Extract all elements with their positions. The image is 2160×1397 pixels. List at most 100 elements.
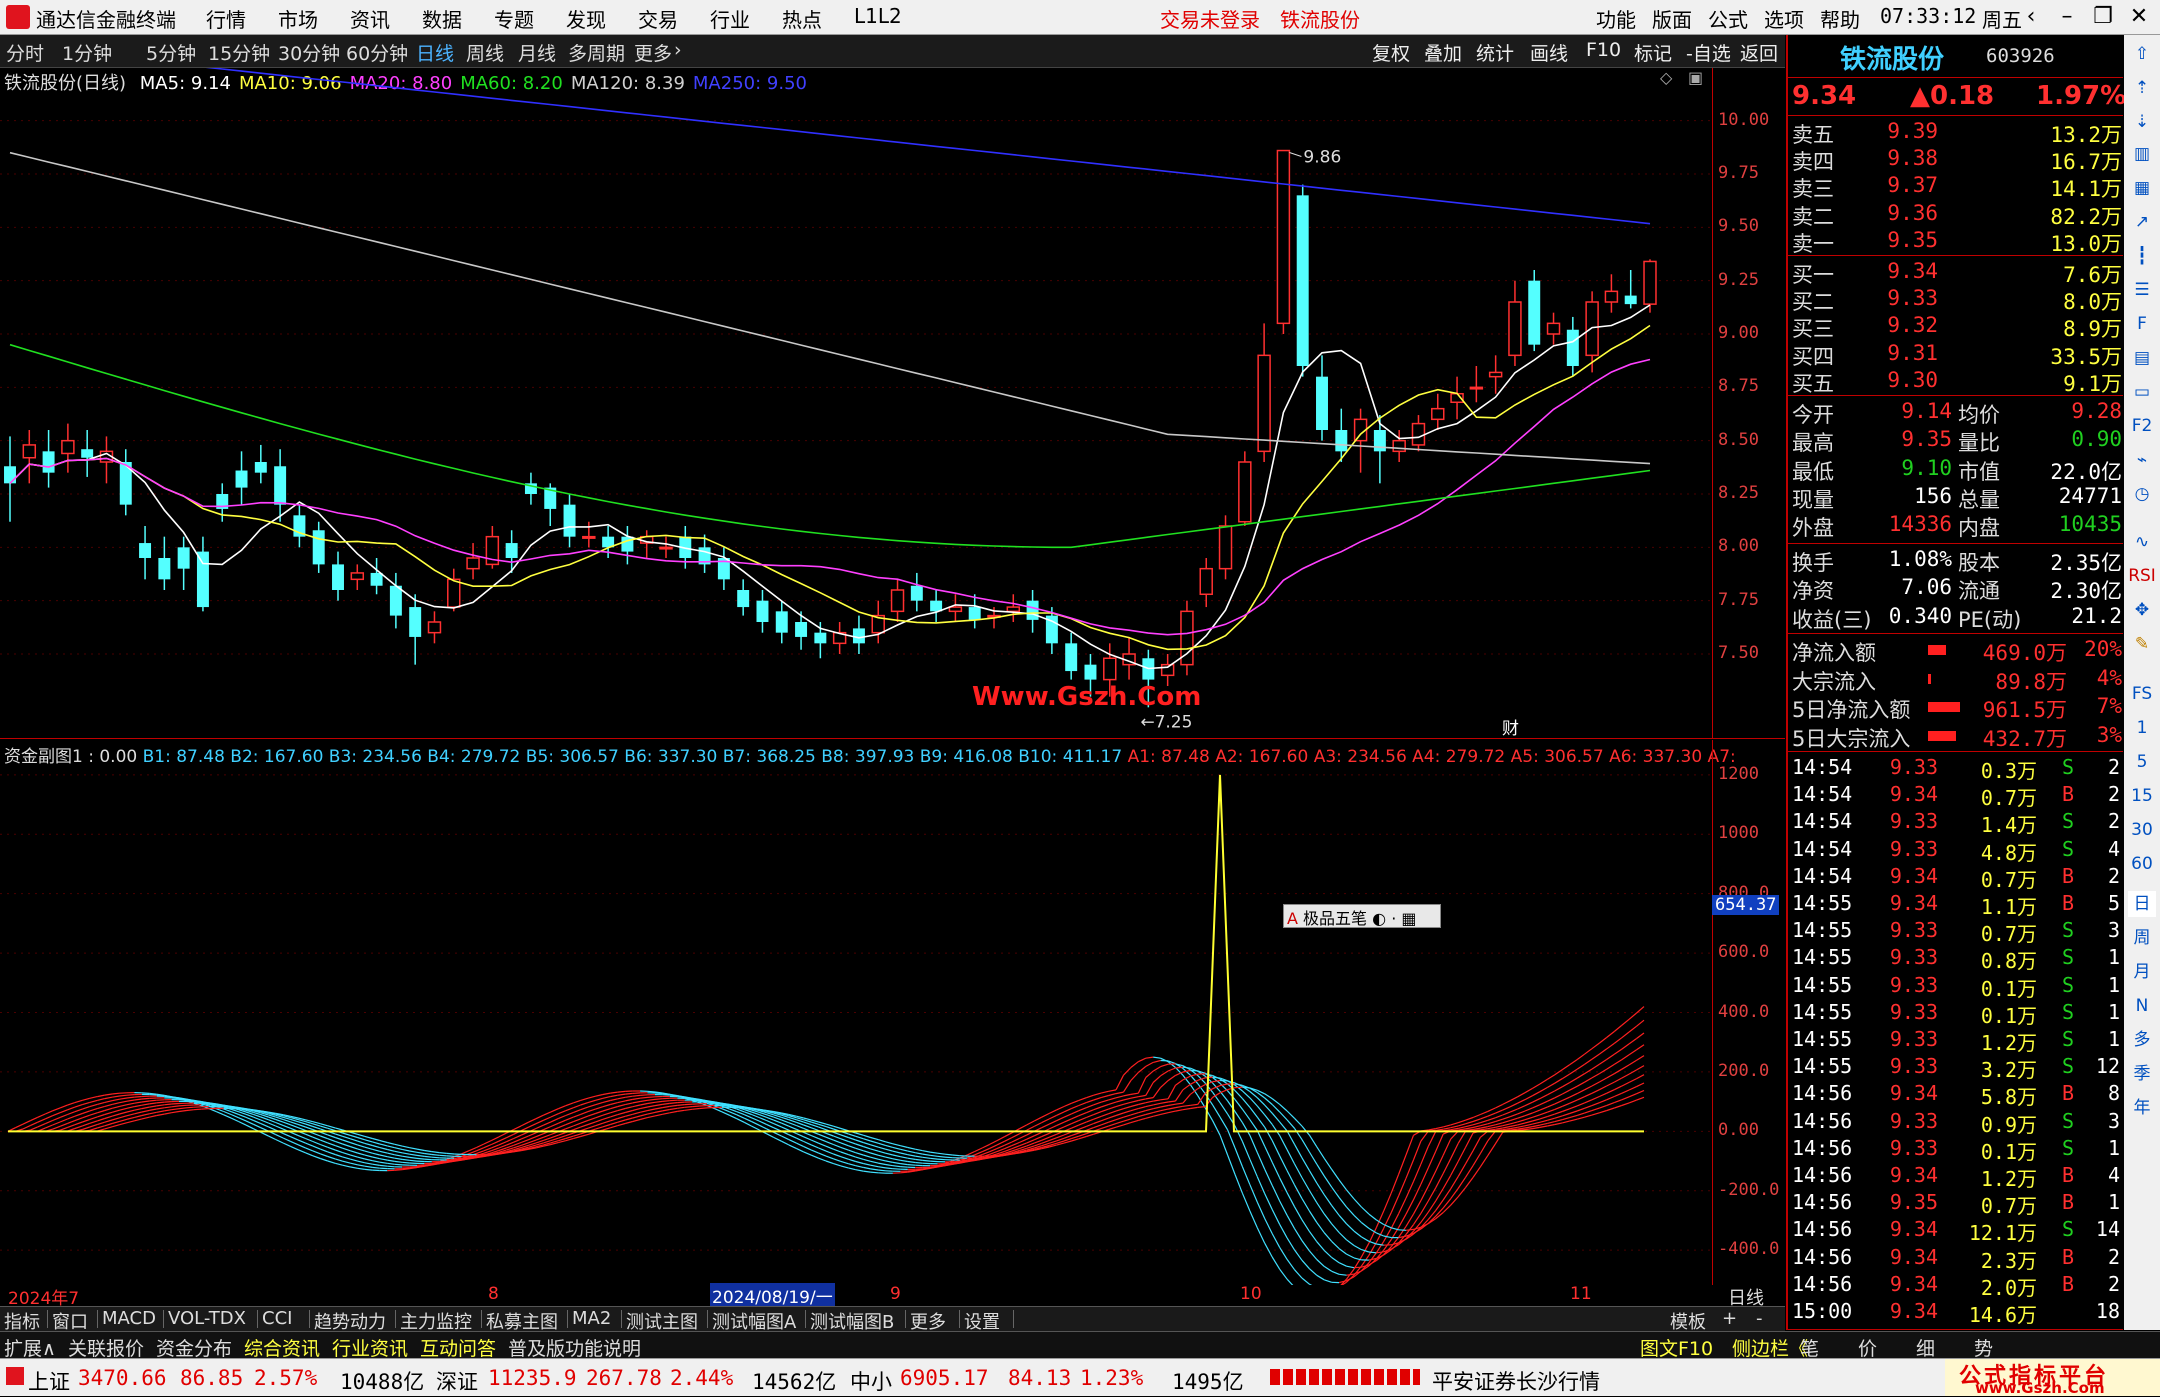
bolt-icon[interactable]: ⌁ [2128, 447, 2156, 473]
menu-topics[interactable]: 专题 [494, 4, 534, 33]
period-tab[interactable]: 60分钟 [346, 39, 408, 66]
menu-market[interactable]: 市场 [278, 4, 318, 33]
tick-row[interactable]: 14:569.342.3万B2 [1792, 1245, 2122, 1272]
index-name[interactable]: 中小 [850, 1366, 892, 1396]
menu-formula[interactable]: 公式 [1708, 4, 1748, 33]
tab-detail[interactable]: 细 [1916, 1334, 1935, 1361]
sidebar-button[interactable]: 侧边栏《 [1732, 1334, 1808, 1361]
min1-icon[interactable]: 1 [2128, 715, 2156, 741]
kline-icon[interactable]: ┇ [2128, 243, 2156, 269]
menu-options[interactable]: 选项 [1764, 4, 1804, 33]
tick-row[interactable]: 14:549.340.7万B2 [1792, 782, 2122, 809]
tab-tick[interactable]: 笔 [1800, 1334, 1819, 1361]
menu-hot[interactable]: 热点 [782, 4, 822, 33]
order-book-row[interactable]: 买二9.338.0万 [1792, 286, 2122, 313]
order-book-row[interactable]: 卖二9.3682.2万 [1792, 201, 2122, 228]
list-icon[interactable]: ☰ [2128, 277, 2156, 303]
minimize-icon[interactable]: – [2050, 4, 2084, 29]
chevron-right-icon[interactable]: › [674, 39, 682, 61]
tick-row[interactable]: 14:549.330.3万S2 [1792, 755, 2122, 782]
tool-f10[interactable]: F10 [1586, 39, 1621, 61]
tool-back[interactable]: 返回 [1740, 39, 1778, 66]
tool-overlay[interactable]: 叠加 [1424, 39, 1462, 66]
season-icon[interactable]: 季 [2128, 1061, 2156, 1087]
min60-icon[interactable]: 60 [2128, 851, 2156, 877]
tab-trend[interactable]: 势 [1974, 1334, 1993, 1361]
order-book-row[interactable]: 买四9.3133.5万 [1792, 341, 2122, 368]
tick-row[interactable]: 14:549.331.4万S2 [1792, 809, 2122, 836]
doc-icon[interactable]: ▭ [2128, 379, 2156, 405]
tab-price[interactable]: 价 [1858, 1334, 1877, 1361]
order-book-row[interactable]: 卖五9.3913.2万 [1792, 119, 2122, 146]
min30-icon[interactable]: 30 [2128, 817, 2156, 843]
month-icon[interactable]: 月 [2128, 959, 2156, 985]
tick-row[interactable]: 14:559.330.8万S1 [1792, 945, 2122, 972]
add-button[interactable]: + [1722, 1308, 1737, 1329]
moon-icon[interactable]: ◐ [1372, 909, 1386, 928]
back-icon[interactable]: ‹ [2014, 4, 2048, 29]
min15-icon[interactable]: 15 [2128, 783, 2156, 809]
kline-chart-panel[interactable]: 铁流股份(日线) MA5: 9.14MA10: 9.06MA20: 8.80MA… [0, 68, 1785, 738]
tick-row[interactable]: 14:569.350.7万B1 [1792, 1190, 2122, 1217]
indicator-tab[interactable]: VOL-TDX [168, 1308, 246, 1329]
period-tab[interactable]: 1分钟 [62, 39, 112, 66]
info-tab[interactable]: 资金分布 [156, 1334, 232, 1361]
period-tab[interactable]: 15分钟 [208, 39, 270, 66]
period-tab[interactable]: 分时 [6, 39, 44, 66]
chart-icon[interactable]: ▥ [2128, 141, 2156, 167]
pen-icon[interactable]: ✎ [2128, 631, 2156, 657]
indicator-plot[interactable] [0, 740, 1712, 1285]
close-icon[interactable]: ✕ [2122, 4, 2156, 29]
remove-button[interactable]: - [1756, 1308, 1763, 1329]
tool-adjust[interactable]: 复权 [1372, 39, 1410, 66]
index-name[interactable]: 上证 [28, 1366, 70, 1396]
info-tab[interactable]: 扩展∧ [4, 1334, 56, 1361]
min5-icon[interactable]: 5 [2128, 749, 2156, 775]
trend-icon[interactable]: ↗ [2128, 209, 2156, 235]
menu-quotes[interactable]: 行情 [206, 4, 246, 33]
period-tab-active[interactable]: 日线 [416, 39, 454, 66]
finance-marker[interactable]: 财 [1502, 714, 1519, 739]
period-tab[interactable]: 周线 [466, 39, 504, 66]
kline-plot[interactable]: 9.86←7.25 [0, 68, 1712, 738]
menu-layout[interactable]: 版面 [1652, 4, 1692, 33]
n-icon[interactable]: N [2128, 993, 2156, 1019]
tick-row[interactable]: 14:559.330.7万S3 [1792, 918, 2122, 945]
period-tab[interactable]: 30分钟 [278, 39, 340, 66]
info-tab[interactable]: 普及版功能说明 [508, 1334, 641, 1361]
tick-row[interactable]: 14:569.341.2万B4 [1792, 1163, 2122, 1190]
move-icon[interactable]: ✥ [2128, 597, 2156, 623]
info-tab[interactable]: 关联报价 [68, 1334, 144, 1361]
tool-draw[interactable]: 画线 [1530, 39, 1568, 66]
indicator-tab[interactable]: MA2 [572, 1308, 611, 1329]
tool-stats[interactable]: 统计 [1476, 39, 1514, 66]
keyboard-icon[interactable]: ▦ [1401, 909, 1416, 928]
index-name[interactable]: 深证 [436, 1366, 478, 1396]
tick-row[interactable]: 14:569.3412.1万S14 [1792, 1217, 2122, 1244]
clock-icon[interactable]: ◷ [2128, 481, 2156, 507]
tick-row[interactable]: 14:559.331.2万S1 [1792, 1027, 2122, 1054]
info-tab[interactable]: 互动问答 [420, 1334, 496, 1361]
menu-trade[interactable]: 交易 [638, 4, 678, 33]
up-icon[interactable]: ⇡ [2128, 75, 2156, 101]
indicator-tab[interactable]: CCI [262, 1308, 292, 1329]
tool-remove-fav[interactable]: -自选 [1686, 39, 1731, 66]
rsi-icon[interactable]: RSI [2128, 563, 2156, 589]
f2-icon[interactable]: F2 [2128, 413, 2156, 439]
tick-row[interactable]: 14:569.342.0万B2 [1792, 1272, 2122, 1299]
tick-row[interactable]: 14:559.330.1万S1 [1792, 973, 2122, 1000]
tick-row[interactable]: 14:549.340.7万B2 [1792, 864, 2122, 891]
period-tab[interactable]: 月线 [518, 39, 556, 66]
ime-toolbar[interactable]: A 极品五笔 ◐ · ▦ [1283, 904, 1441, 928]
period-tab-more[interactable]: 更多 [634, 39, 672, 66]
fs-icon[interactable]: FS [2128, 681, 2156, 707]
order-book-row[interactable]: 买三9.328.9万 [1792, 313, 2122, 340]
menu-discover[interactable]: 发现 [566, 4, 606, 33]
order-book-row[interactable]: 买五9.309.1万 [1792, 368, 2122, 395]
up-arrow-icon[interactable]: ⇧ [2128, 41, 2156, 67]
tick-row[interactable]: 14:569.330.9万S3 [1792, 1109, 2122, 1136]
stock-name-link[interactable]: 铁流股份 [1280, 4, 1360, 33]
dot-icon[interactable]: · [1391, 909, 1396, 928]
menu-industry[interactable]: 行业 [710, 4, 750, 33]
tick-row[interactable]: 14:559.330.1万S1 [1792, 1000, 2122, 1027]
